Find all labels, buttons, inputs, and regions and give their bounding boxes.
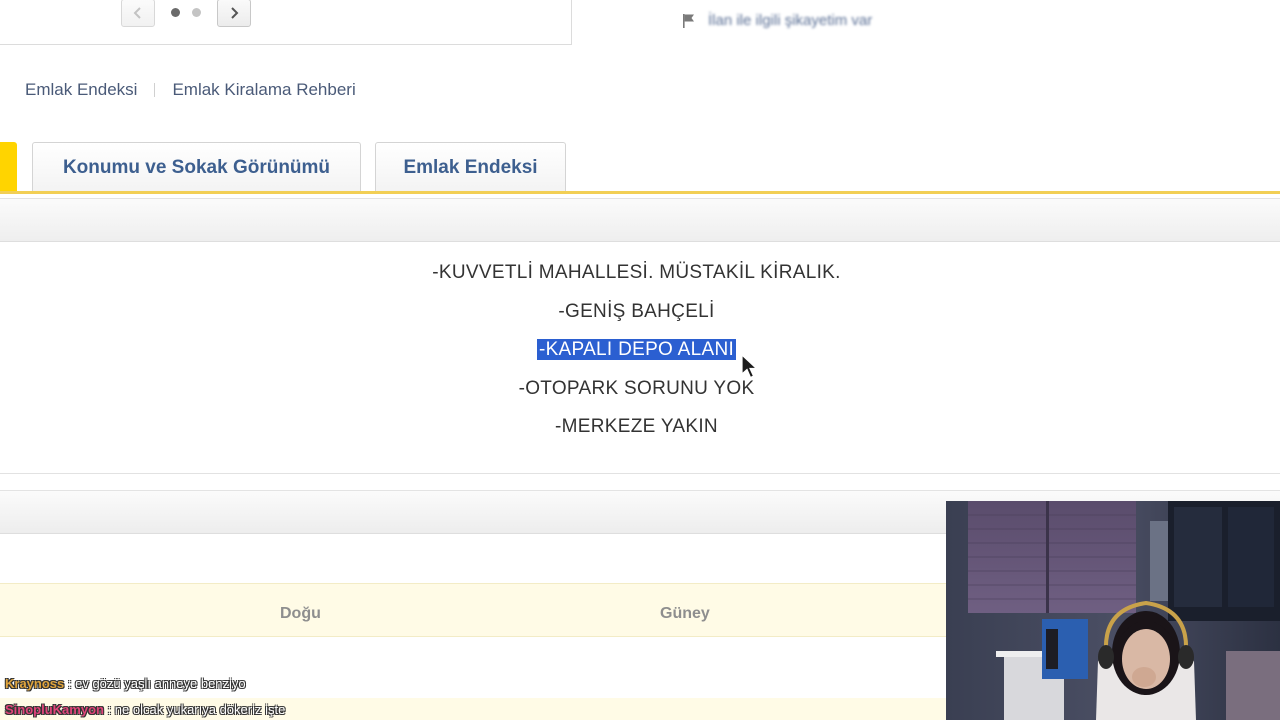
report-listing-link[interactable]: İlan ile ilgili şikayetim var [682,12,872,29]
description-line: -MERKEZE YAKIN [0,410,1273,449]
chat-message: Kraynoss : ev gözü yaşlı anneye benziyo [5,671,285,697]
gallery-prev-button[interactable] [121,0,155,27]
webcam-overlay [946,501,1280,720]
chat-text: : ev gözü yaşlı anneye benziyo [67,676,246,691]
description-line: -GENİŞ BAHÇELİ [0,295,1273,334]
link-real-estate-index[interactable]: Emlak Endeksi [25,80,137,100]
gallery-dot[interactable] [192,8,201,17]
description-line-text: -OTOPARK SORUNU YOK [518,377,755,399]
link-rental-guide[interactable]: Emlak Kiralama Rehberi [172,80,355,100]
direction-south: Güney [660,605,710,622]
photo-gallery-pager [0,0,572,45]
description-line: -KUVVETLİ MAHALLESİ. MÜSTAKİL KİRALIK. [0,256,1273,295]
link-separator [154,83,156,97]
listing-page: İlan ile ilgili şikayetim var Emlak Ende… [0,0,1280,720]
description-line: -KAPALI DEPO ALANI [0,333,1273,372]
description-line-text: -KUVVETLİ MAHALLESİ. MÜSTAKİL KİRALIK. [432,262,841,283]
chevron-left-icon [133,7,141,19]
chevron-right-icon [231,7,239,19]
tab-location-street-view[interactable]: Konumu ve Sokak Görünümü [32,142,361,192]
tab-real-estate-index[interactable]: Emlak Endeksi [375,142,566,192]
direction-east: Doğu [280,605,321,622]
mouse-cursor-icon [741,354,759,379]
description-line: -OTOPARK SORUNU YOK [0,372,1273,411]
flag-icon [683,13,694,28]
description-line-text: -GENİŞ BAHÇELİ [558,300,715,322]
tab-active-edge[interactable] [0,142,17,192]
listing-description: -KUVVETLİ MAHALLESİ. MÜSTAKİL KİRALIK. -… [0,256,1273,449]
tab-underline [0,191,1280,194]
chat-username: SinopluKamyon [5,702,104,717]
gallery-dot-active[interactable] [171,8,180,17]
info-links: Emlak Endeksi Emlak Kiralama Rehberi [25,80,356,100]
selected-text: -KAPALI DEPO ALANI [536,339,737,360]
description-header [0,198,1280,242]
section-divider [0,473,1280,474]
report-listing-label: İlan ile ilgili şikayetim var [708,12,873,29]
gallery-next-button[interactable] [217,0,251,27]
webcam-feed-image [946,501,1280,720]
stream-chat-overlay: Kraynoss : ev gözü yaşlı anneye benziyo … [5,671,285,720]
chat-username: Kraynoss [5,676,65,691]
chat-message: SinopluKamyon : ne olcak yukarıya dökeri… [5,697,285,720]
description-line-text: -MERKEZE YAKIN [555,416,718,437]
chat-text: : ne olcak yukarıya dökeriz işte [107,702,286,717]
